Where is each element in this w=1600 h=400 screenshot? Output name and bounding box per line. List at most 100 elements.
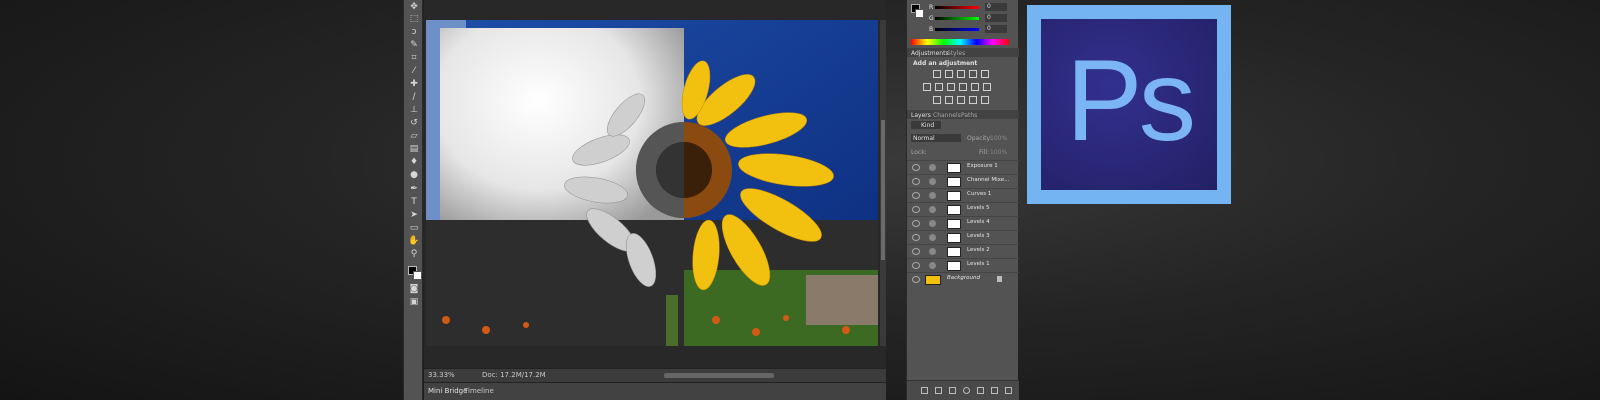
image-canvas[interactable] [426, 20, 878, 346]
layer-row[interactable]: Levels 4 [907, 216, 1019, 230]
green-value[interactable]: 0 [985, 14, 1007, 22]
levels-icon[interactable] [945, 70, 953, 78]
layer-row[interactable]: Exposure 1 [907, 160, 1019, 174]
exposure-icon[interactable] [969, 70, 977, 78]
tab-paths[interactable]: Paths [961, 112, 977, 119]
curves-icon[interactable] [957, 70, 965, 78]
selective-color-icon[interactable] [981, 96, 989, 104]
delete-layer-icon[interactable] [1005, 387, 1012, 394]
move-tool-icon[interactable]: ✥ [407, 2, 421, 13]
green-slider[interactable] [935, 17, 979, 20]
adjustment-layer-icon [929, 192, 936, 199]
tab-mini-bridge[interactable]: Mini Bridge [428, 383, 467, 399]
visibility-eye-icon[interactable] [912, 248, 920, 255]
dodge-tool-icon[interactable]: ● [407, 170, 421, 181]
bg-color-chip[interactable] [915, 9, 924, 18]
lock-label: Lock: [911, 149, 927, 156]
lasso-tool-icon[interactable]: ↄ [407, 27, 421, 38]
crop-tool-icon[interactable]: ⌗ [407, 53, 421, 64]
tab-channels[interactable]: Channels [933, 112, 961, 119]
horizontal-scrollbar[interactable] [664, 373, 774, 378]
path-selection-tool-icon[interactable]: ➤ [407, 210, 421, 221]
blue-slider[interactable] [935, 28, 979, 31]
layer-mask-thumb [947, 191, 961, 201]
brightness-contrast-icon[interactable] [933, 70, 941, 78]
adjustment-layer-icon [929, 220, 936, 227]
visibility-eye-icon[interactable] [912, 164, 920, 171]
threshold-icon[interactable] [957, 96, 965, 104]
red-value[interactable]: 0 [985, 3, 1007, 11]
tab-layers[interactable]: Layers [911, 112, 931, 119]
zoom-tool-icon[interactable]: ⚲ [407, 249, 421, 260]
eyedropper-tool-icon[interactable]: ⁄ [407, 66, 421, 77]
link-layers-icon[interactable] [921, 387, 928, 394]
layer-name: Curves 1 [967, 191, 992, 197]
visibility-eye-icon[interactable] [912, 206, 920, 213]
photo-filter-icon[interactable] [959, 83, 967, 91]
shape-tool-icon[interactable]: ▭ [407, 223, 421, 234]
tab-styles[interactable]: Styles [947, 50, 965, 57]
layer-row[interactable]: Channel Mixe... [907, 174, 1019, 188]
zoom-level[interactable]: 33.33% [428, 369, 455, 382]
layer-row[interactable]: Levels 1 [907, 258, 1019, 272]
color-spectrum[interactable] [911, 39, 1009, 45]
layer-mask-thumb [947, 247, 961, 257]
new-layer-icon[interactable] [991, 387, 998, 394]
eraser-tool-icon[interactable]: ▱ [407, 131, 421, 142]
blur-tool-icon[interactable]: ♦ [407, 157, 421, 168]
blend-mode-select[interactable]: Normal [911, 134, 961, 142]
layer-name: Exposure 1 [967, 163, 998, 169]
layer-row[interactable]: Curves 1 [907, 188, 1019, 202]
channel-mixer-icon[interactable] [971, 83, 979, 91]
marquee-tool-icon[interactable]: ⬚ [407, 14, 421, 25]
status-bar: 33.33% Doc: 17.2M/17.2M [424, 368, 886, 382]
layer-mask-thumb [947, 177, 961, 187]
layer-style-icon[interactable] [935, 387, 942, 394]
visibility-eye-icon[interactable] [912, 220, 920, 227]
visibility-eye-icon[interactable] [912, 262, 920, 269]
hue-saturation-icon[interactable] [923, 83, 931, 91]
new-adjustment-icon[interactable] [963, 387, 970, 394]
screen-mode-icon[interactable]: ▣ [407, 297, 421, 308]
layer-row-background[interactable]: Background [907, 272, 1019, 286]
blue-value[interactable]: 0 [985, 25, 1007, 33]
pen-tool-icon[interactable]: ✒ [407, 184, 421, 195]
clone-stamp-tool-icon[interactable]: ⊥ [407, 105, 421, 116]
layer-row[interactable]: Levels 5 [907, 202, 1019, 216]
visibility-eye-icon[interactable] [912, 276, 920, 283]
tab-timeline[interactable]: Timeline [464, 383, 494, 399]
green-label: G [929, 15, 934, 22]
posterize-icon[interactable] [945, 96, 953, 104]
layer-row[interactable]: Levels 2 [907, 244, 1019, 258]
hand-tool-icon[interactable]: ✋ [407, 236, 421, 247]
add-mask-icon[interactable] [949, 387, 956, 394]
background-color-swatch[interactable] [413, 271, 422, 280]
visibility-eye-icon[interactable] [912, 234, 920, 241]
tab-adjustments[interactable]: Adjustments [911, 50, 949, 57]
invert-icon[interactable] [933, 96, 941, 104]
gradient-map-icon[interactable] [969, 96, 977, 104]
quick-selection-tool-icon[interactable]: ✎ [407, 40, 421, 51]
gradient-tool-icon[interactable]: ▤ [407, 144, 421, 155]
opacity-value[interactable]: 100% [990, 135, 1007, 142]
black-white-icon[interactable] [947, 83, 955, 91]
quick-mask-icon[interactable]: ◙ [407, 284, 421, 295]
filter-kind-select[interactable]: Kind [911, 121, 941, 129]
color-lookup-icon[interactable] [983, 83, 991, 91]
visibility-eye-icon[interactable] [912, 192, 920, 199]
color-balance-icon[interactable] [935, 83, 943, 91]
fill-value[interactable]: 100% [990, 149, 1007, 156]
layers-footer [907, 380, 1019, 400]
layer-row[interactable]: Levels 3 [907, 230, 1019, 244]
brush-tool-icon[interactable]: ∕ [407, 92, 421, 103]
layer-name: Levels 3 [967, 233, 990, 239]
type-tool-icon[interactable]: T [407, 197, 421, 208]
visibility-eye-icon[interactable] [912, 178, 920, 185]
new-group-icon[interactable] [977, 387, 984, 394]
history-brush-tool-icon[interactable]: ↺ [407, 118, 421, 129]
red-slider[interactable] [935, 6, 979, 9]
layer-name: Background [947, 275, 980, 281]
vertical-scrollbar[interactable] [880, 20, 886, 346]
vibrance-icon[interactable] [981, 70, 989, 78]
healing-brush-tool-icon[interactable]: ✚ [407, 79, 421, 90]
